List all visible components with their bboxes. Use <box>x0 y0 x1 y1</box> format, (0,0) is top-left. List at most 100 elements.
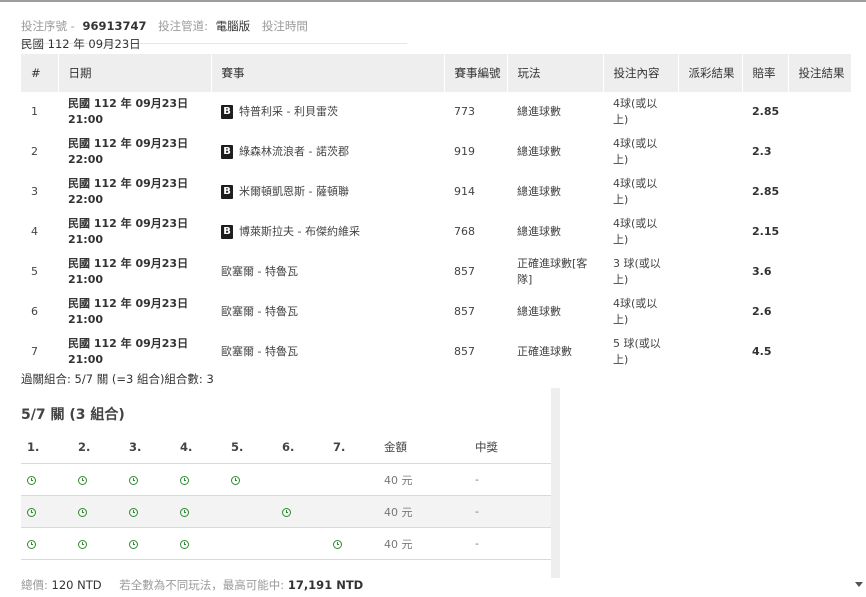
payout-result <box>678 132 742 172</box>
row-number: 7 <box>31 345 38 358</box>
combo-col-header: 金額 <box>378 431 469 464</box>
bet-row: 1 民國 112 年 09月23日 21:00 B 特普利采 - 利貝雷茨 773 總進球數… <box>21 92 851 132</box>
odds-value: 2.15 <box>752 225 780 238</box>
panel-scroll-track[interactable] <box>551 388 560 578</box>
combo-leg-cell <box>123 463 174 496</box>
combo-leg-cell <box>72 527 123 560</box>
combo-amount: 40 元 <box>378 527 469 560</box>
match-datetime: 民國 112 年 09月23日 21:00 <box>58 332 211 372</box>
pending-clock-icon <box>129 539 138 549</box>
basketball-badge-icon: B <box>221 105 233 119</box>
match-cell: B 博萊斯拉夫 - 布傑約維采 <box>211 212 444 252</box>
match-id: 857 <box>454 305 475 318</box>
match-name: 歐塞爾 - 特魯瓦 <box>221 265 298 278</box>
time-label: 投注時間 <box>261 19 308 33</box>
col-header: 投注結果 <box>788 54 852 92</box>
match-datetime: 民國 112 年 09月23日 21:00 <box>58 92 211 132</box>
match-cell: 歐塞爾 - 特魯瓦 <box>211 252 444 292</box>
pending-clock-icon <box>129 507 138 517</box>
match-date: 民國 112 年 09月23日 <box>68 177 189 190</box>
combo-leg-cell <box>276 495 327 528</box>
bet-outcome <box>788 92 851 132</box>
match-datetime: 民國 112 年 09月23日 21:00 <box>58 252 211 292</box>
combo-amount: 40 元 <box>378 495 469 528</box>
combo-leg-cell <box>327 527 378 560</box>
bet-outcome <box>788 292 851 332</box>
pending-clock-icon <box>78 507 87 517</box>
pending-clock-icon <box>231 475 240 485</box>
combo-leg-cell <box>21 495 72 528</box>
bet-table-header: # 日期 賽事 賽事編號 玩法 投注內容 派彩結果 賠率 投注結果 <box>21 54 852 92</box>
match-name: 歐塞爾 - 特魯瓦 <box>221 305 298 318</box>
play-type: 正確進球數[客隊] <box>517 257 588 286</box>
match-time: 21:00 <box>68 113 104 126</box>
payout-result <box>678 252 742 292</box>
pending-clock-icon <box>180 539 189 549</box>
match-name: 博萊斯拉夫 - 布傑約維采 <box>239 225 360 238</box>
combination-panel: 5/7 關 (3 組合) 1. 2. 3. 4. 5. 6. 7. 金額 中獎 … <box>21 388 551 578</box>
match-cell: B 特普利采 - 利貝雷茨 <box>211 92 444 132</box>
match-name: 特普利采 - 利貝雷茨 <box>239 105 338 118</box>
combo-col-header: 6. <box>276 431 327 464</box>
col-header: 派彩結果 <box>678 54 743 92</box>
bet-pick: 4球(或以上) <box>613 97 658 126</box>
odds-value: 4.5 <box>752 345 772 358</box>
play-type: 總進球數 <box>517 105 561 118</box>
bet-footer: 總價: 120 NTD 若全數為不同玩法，最高可能中: 17,191 NTD <box>21 577 363 593</box>
combination-title: 5/7 關 (3 組合) <box>21 407 125 423</box>
bet-pick: 4球(或以上) <box>613 217 658 246</box>
combo-leg-cell <box>327 495 378 528</box>
match-time: 22:00 <box>68 153 104 166</box>
combo-leg-cell <box>225 463 276 496</box>
play-type: 正確進球數 <box>517 345 572 358</box>
bet-row: 2 民國 112 年 09月23日 22:00 B 綠森林流浪者 - 諾茨郡 919 總進球… <box>21 132 851 172</box>
combination-header: 1. 2. 3. 4. 5. 6. 7. 金額 中獎 <box>21 431 551 464</box>
row-number: 3 <box>31 185 38 198</box>
max-payout-value: 17,191 NTD <box>287 578 364 592</box>
pending-clock-icon <box>180 507 189 517</box>
row-number: 5 <box>31 265 38 278</box>
scroll-down-arrow-icon[interactable] <box>855 582 863 587</box>
combo-win: - <box>469 463 551 496</box>
match-cell: B 米爾頓凱恩斯 - 薩頓聯 <box>211 172 444 212</box>
payout-result <box>678 332 742 372</box>
bet-pick: 3 球(或以上) <box>613 257 661 286</box>
bet-pick: 4球(或以上) <box>613 137 658 166</box>
pending-clock-icon <box>129 475 138 485</box>
combination-table: 1. 2. 3. 4. 5. 6. 7. 金額 中獎 40 元 -40 元 -40 … <box>21 431 551 560</box>
match-cell: B 綠森林流浪者 - 諾茨郡 <box>211 132 444 172</box>
bet-row: 3 民國 112 年 09月23日 22:00 B 米爾頓凱恩斯 - 薩頓聯 914 總進球… <box>21 172 851 212</box>
odds-value: 2.85 <box>752 105 780 118</box>
time-value: 民國 112 年 09月23日 <box>21 37 141 51</box>
bet-pick: 4球(或以上) <box>613 177 658 206</box>
match-datetime: 民國 112 年 09月23日 22:00 <box>58 172 211 212</box>
bet-pick: 5 球(或以上) <box>613 337 661 366</box>
odds-value: 2.85 <box>752 185 780 198</box>
match-date: 民國 112 年 09月23日 <box>68 297 189 310</box>
serial-label: 投注序號 - <box>21 19 75 33</box>
match-time: 21:00 <box>68 273 104 286</box>
match-id: 857 <box>454 345 475 358</box>
channel-label: 投注管道: <box>158 19 209 33</box>
combo-col-header: 中獎 <box>469 431 551 464</box>
col-header: # <box>21 54 59 92</box>
col-header: 投注內容 <box>603 54 679 92</box>
serial-value: 96913747 <box>82 19 147 33</box>
combo-leg-cell <box>225 495 276 528</box>
payout-result <box>678 212 742 252</box>
bet-header: 投注序號 - 96913747 投注管道: 電腦版 投注時間 民國 112 年 … <box>21 17 407 51</box>
row-number: 2 <box>31 145 38 158</box>
payout-result <box>678 172 742 212</box>
bet-outcome <box>788 132 851 172</box>
bet-row: 7 民國 112 年 09月23日 21:00 歐塞爾 - 特魯瓦 857 正確進球數 5 … <box>21 332 851 372</box>
pending-clock-icon <box>282 507 291 517</box>
combo-win: - <box>469 495 551 528</box>
combo-col-header: 7. <box>327 431 378 464</box>
play-type: 總進球數 <box>517 145 561 158</box>
combo-leg-cell <box>21 527 72 560</box>
bet-table: # 日期 賽事 賽事編號 玩法 投注內容 派彩結果 賠率 投注結果 1 民國 11… <box>21 54 852 372</box>
match-date: 民國 112 年 09月23日 <box>68 137 189 150</box>
bet-outcome <box>788 332 851 372</box>
match-date: 民國 112 年 09月23日 <box>68 257 189 270</box>
match-date: 民國 112 年 09月23日 <box>68 217 189 230</box>
